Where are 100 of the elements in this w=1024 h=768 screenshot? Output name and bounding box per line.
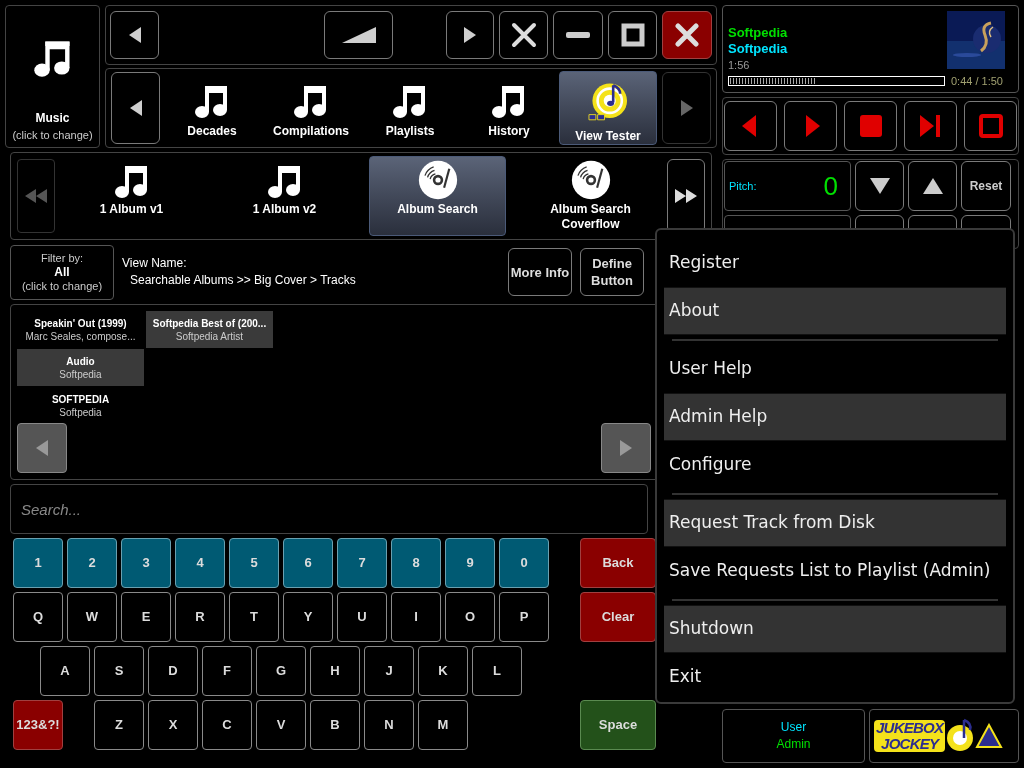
keyboard-key[interactable]: Clear: [580, 592, 656, 642]
source-selector[interactable]: Music (click to change): [5, 5, 100, 148]
view-tile[interactable]: Decades: [163, 71, 261, 145]
keyboard-key[interactable]: 9: [445, 538, 495, 588]
keyboard-key[interactable]: 5: [229, 538, 279, 588]
track-time: 0:44 / 1:50: [951, 74, 1003, 89]
keyboard-key[interactable]: G: [256, 646, 306, 696]
view-tile[interactable]: 1 Album v1: [63, 156, 200, 236]
keyboard-key[interactable]: 123&?!: [13, 700, 63, 750]
view-tile[interactable]: 1 Album v2: [216, 156, 353, 236]
view-tile[interactable]: Album Search Coverflow: [522, 156, 659, 236]
keyboard-key[interactable]: D: [148, 646, 198, 696]
minimize-button[interactable]: [553, 11, 603, 59]
keyboard-key[interactable]: X: [148, 700, 198, 750]
view-tile[interactable]: History: [460, 71, 558, 145]
maximize-button[interactable]: [608, 11, 657, 59]
maximize-icon: [620, 23, 645, 47]
keyboard-key[interactable]: 2: [67, 538, 117, 588]
track-length: 1:56: [728, 58, 751, 73]
rewind-icon: [25, 189, 47, 203]
back-button[interactable]: [110, 11, 159, 59]
view-action-button[interactable]: Define Button: [580, 248, 644, 296]
volume-button[interactable]: [324, 11, 393, 59]
keyboard-key[interactable]: T: [229, 592, 279, 642]
album-item[interactable]: Speakin' Out (1999) Marc Seales, compose...: [17, 311, 144, 348]
keyboard-key[interactable]: Q: [13, 592, 63, 642]
menu-item[interactable]: Admin Help: [664, 393, 1006, 441]
menu-item[interactable]: Exit: [664, 653, 1006, 701]
previous-button[interactable]: [111, 72, 160, 144]
keyboard-key[interactable]: U: [337, 592, 387, 642]
keyboard-key[interactable]: Back: [580, 538, 656, 588]
stop-outline-button[interactable]: [964, 101, 1017, 151]
keyboard-key[interactable]: F: [202, 646, 252, 696]
view-tile[interactable]: View Tester: [559, 71, 657, 145]
view-action-button[interactable]: More Info: [508, 248, 572, 296]
stop-button[interactable]: [844, 101, 897, 151]
keyboard-key[interactable]: A: [40, 646, 90, 696]
keyboard-key[interactable]: 8: [391, 538, 441, 588]
menu-item[interactable]: Configure: [664, 441, 1006, 489]
keyboard-key[interactable]: B: [310, 700, 360, 750]
pitch-reset-button[interactable]: Reset: [961, 161, 1011, 211]
triangle-icon: [975, 723, 1004, 749]
keyboard-key[interactable]: V: [256, 700, 306, 750]
keyboard-key[interactable]: I: [391, 592, 441, 642]
minimize-icon: [566, 32, 590, 38]
menu-item[interactable]: User Help: [664, 345, 1006, 393]
keyboard-key[interactable]: Z: [94, 700, 144, 750]
pitch-up-button[interactable]: [908, 161, 957, 211]
keyboard-key[interactable]: O: [445, 592, 495, 642]
view-tile[interactable]: Playlists: [361, 71, 459, 145]
keyboard-key[interactable]: Space: [580, 700, 656, 750]
vinyl-disc-icon: [417, 160, 458, 200]
menu-item[interactable]: Register: [664, 239, 1006, 287]
next-button[interactable]: [662, 72, 711, 144]
album-item[interactable]: Softpedia Best of (200... Softpedia Artist: [146, 311, 273, 348]
play-button[interactable]: [784, 101, 837, 151]
keyboard-key[interactable]: 6: [283, 538, 333, 588]
up-triangle-icon: [922, 178, 943, 194]
keyboard-key[interactable]: N: [364, 700, 414, 750]
menu-item[interactable]: About: [664, 287, 1006, 335]
source-hint: (click to change): [12, 127, 93, 143]
keyboard-key[interactable]: 4: [175, 538, 225, 588]
keyboard-key[interactable]: M: [418, 700, 468, 750]
forward-button[interactable]: [446, 11, 494, 59]
search-field[interactable]: Search...: [10, 484, 648, 534]
keyboard-key[interactable]: P: [499, 592, 549, 642]
menu-item[interactable]: Shutdown: [664, 605, 1006, 653]
close-button[interactable]: [662, 11, 712, 59]
keyboard-key[interactable]: 1: [13, 538, 63, 588]
keyboard-key[interactable]: W: [67, 592, 117, 642]
keyboard-key[interactable]: 7: [337, 538, 387, 588]
keyboard-key[interactable]: C: [202, 700, 252, 750]
keyboard-key[interactable]: R: [175, 592, 225, 642]
stop-icon: [857, 113, 884, 139]
view-tile[interactable]: Compilations: [262, 71, 360, 145]
keyboard-key[interactable]: 0: [499, 538, 549, 588]
source-label: Music: [35, 109, 70, 127]
keyboard-key[interactable]: 3: [121, 538, 171, 588]
keyboard-key[interactable]: H: [310, 646, 360, 696]
filter-selector[interactable]: Filter by: All (click to change): [10, 244, 114, 300]
keyboard-key[interactable]: L: [472, 646, 522, 696]
menu-item[interactable]: Save Requests List to Playlist (Admin): [664, 547, 1006, 595]
keyboard-key[interactable]: E: [121, 592, 171, 642]
next-page-button[interactable]: [601, 423, 651, 473]
previous-page-button[interactable]: [17, 423, 67, 473]
keyboard-key[interactable]: S: [94, 646, 144, 696]
album-item[interactable]: Audio Softpedia: [17, 349, 144, 386]
volume-icon: [341, 27, 376, 43]
keyboard-key[interactable]: K: [418, 646, 468, 696]
down-triangle-icon: [869, 178, 890, 194]
rewind-button[interactable]: [17, 159, 55, 233]
view-tile[interactable]: Album Search: [369, 156, 506, 236]
filter-value: All: [54, 265, 70, 279]
keyboard-key[interactable]: Y: [283, 592, 333, 642]
next-button[interactable]: [904, 101, 957, 151]
user-label: User: [780, 719, 807, 736]
pitch-down-button[interactable]: [855, 161, 904, 211]
album-item[interactable]: SOFTPEDIA Softpedia: [17, 387, 144, 424]
menu-item[interactable]: Request Track from Disk: [664, 499, 1006, 547]
keyboard-key[interactable]: J: [364, 646, 414, 696]
